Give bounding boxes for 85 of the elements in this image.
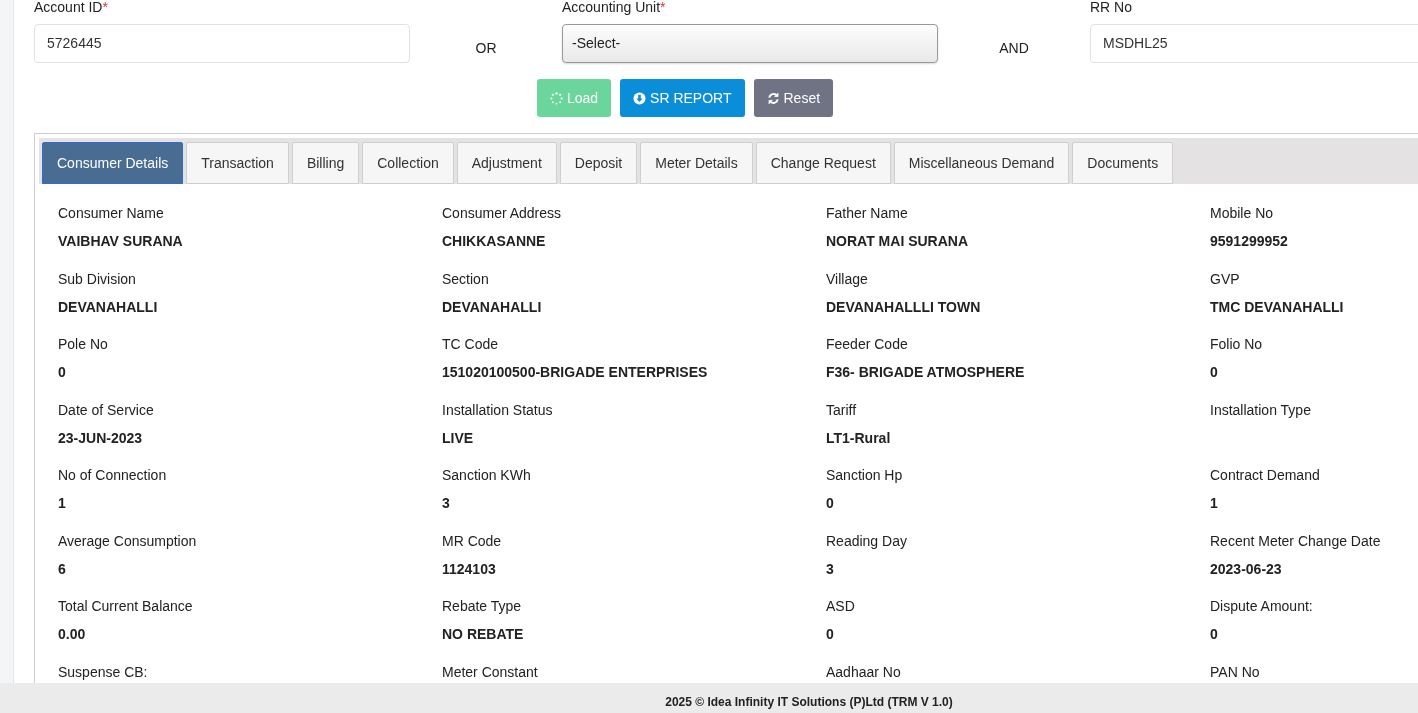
detail-label: No of Connection: [58, 467, 168, 483]
detail-label: Recent Meter Change Date: [1210, 532, 1382, 549]
detail-label: Date of Service: [58, 401, 155, 418]
detail-label: Father Name: [826, 205, 909, 221]
input-field[interactable]: MSDHL25: [1090, 24, 1418, 63]
detail-label: Pole No: [58, 336, 109, 352]
detail-label: Contract Demand: [1210, 467, 1321, 483]
detail-value: 0: [1210, 626, 1219, 642]
detail-value: 1124103: [442, 560, 497, 577]
detail-value: 23-JUN-2023: [58, 429, 144, 446]
required-mark: *: [660, 0, 666, 15]
detail-label: ASD: [826, 598, 856, 614]
tab[interactable]: Consumer Details: [42, 142, 184, 184]
detail-label: MR Code: [442, 532, 503, 549]
detail-value: 6: [58, 560, 67, 577]
detail-value: LIVE: [442, 429, 475, 446]
detail-label: Meter Constant: [442, 663, 539, 680]
detail-value: 9591299952: [1210, 233, 1289, 249]
field-label: RR No: [1090, 0, 1132, 15]
detail-value: NORAT MAI SURANA: [826, 233, 970, 249]
detail-value: DEVANAHALLLI TOWN: [826, 298, 982, 315]
detail-label: Average Consumption: [58, 532, 198, 549]
tab[interactable]: Billing: [291, 142, 360, 184]
detail-value: 1: [58, 495, 67, 511]
detail-label: Village: [826, 270, 869, 287]
detail-label: Sanction Hp: [826, 467, 904, 483]
tab[interactable]: Deposit: [559, 142, 638, 184]
detail-value: NO REBATE: [442, 626, 525, 642]
detail-label: Feeder Code: [826, 336, 909, 352]
detail-value: 0: [826, 626, 835, 642]
detail-value: 0: [58, 364, 67, 380]
detail-label: GVP: [1210, 270, 1241, 287]
tab[interactable]: Adjustment: [456, 142, 557, 184]
connector-text: OR: [475, 39, 497, 58]
detail-value: 0.00: [58, 626, 87, 642]
detail-value: 1: [1210, 495, 1219, 511]
detail-label: Reading Day: [826, 532, 908, 549]
detail-label: Folio No: [1210, 336, 1264, 352]
tab[interactable]: Meter Details: [640, 142, 753, 184]
detail-label: Total Current Balance: [58, 598, 194, 614]
detail-label: Suspense CB:: [58, 663, 149, 680]
detail-label: Consumer Name: [58, 205, 165, 221]
detail-label: Sanction KWh: [442, 467, 532, 483]
detail-value: 0: [1210, 364, 1219, 380]
field-label: Account ID*: [34, 0, 108, 15]
detail-value: DEVANAHALLI: [58, 298, 159, 315]
detail-value: DEVANAHALLI: [442, 298, 543, 315]
detail-value: F36- BRIGADE ATMOSPHERE: [826, 364, 1026, 380]
detail-label: Sub Division: [58, 270, 137, 287]
detail-value: 0: [826, 495, 835, 511]
detail-label: Rebate Type: [442, 598, 523, 614]
detail-label: Consumer Address: [442, 205, 563, 221]
detail-value: 3: [826, 560, 835, 577]
spinner-icon: [549, 91, 563, 105]
detail-label: Tariff: [826, 401, 858, 418]
detail-value: 3: [442, 495, 451, 511]
detail-label: Section: [442, 270, 490, 287]
select-dropdown[interactable]: -Select-: [562, 24, 938, 63]
detail-value: CHIKKASANNE: [442, 233, 547, 249]
tab[interactable]: Change Request: [755, 142, 891, 184]
report-button[interactable]: SR REPORT: [620, 79, 745, 117]
connector-text: AND: [999, 39, 1029, 58]
detail-value: 151020100500-BRIGADE ENTERPRISES: [442, 364, 709, 380]
reset-button[interactable]: Reset: [753, 79, 834, 117]
detail-label: Installation Type: [1210, 401, 1312, 418]
download-icon: [633, 91, 647, 105]
tab[interactable]: Miscellaneous Demand: [893, 142, 1070, 184]
copyright-text: 2025 © Idea Infinity IT Solutions (P)Ltd (TRM V 1.0): [665, 694, 953, 711]
field-label: Accounting Unit*: [562, 0, 666, 15]
required-mark: *: [102, 0, 108, 15]
detail-label: Installation Status: [442, 401, 554, 418]
detail-value: 2023-06-23: [1210, 560, 1283, 577]
detail-value: TMC DEVANAHALLI: [1210, 298, 1345, 315]
detail-value: VAIBHAV SURANA: [58, 233, 184, 249]
refresh-icon: [766, 91, 780, 105]
input-field[interactable]: 5726445: [34, 24, 410, 63]
tab[interactable]: Collection: [362, 142, 454, 184]
detail-label: PAN No: [1210, 663, 1261, 680]
tab[interactable]: Transaction: [186, 142, 289, 184]
tab[interactable]: Documents: [1072, 142, 1174, 184]
detail-label: Dispute Amount:: [1210, 598, 1314, 614]
detail-label: Mobile No: [1210, 205, 1275, 221]
detail-value: LT1-Rural: [826, 429, 892, 446]
detail-label: Aadhaar No: [826, 663, 902, 680]
detail-label: TC Code: [442, 336, 500, 352]
